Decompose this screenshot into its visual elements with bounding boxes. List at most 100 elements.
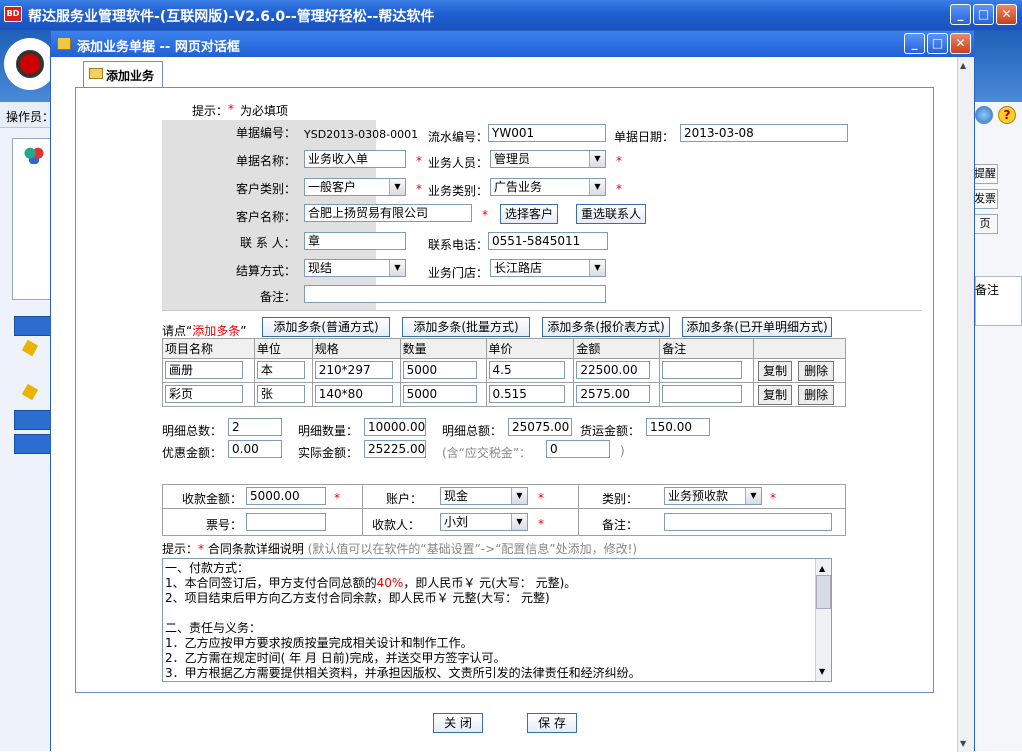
item-remark-input[interactable]: [662, 385, 743, 403]
customer-name-input[interactable]: 合肥上扬贸易有限公司: [304, 204, 472, 222]
item-amount-input[interactable]: 22500.00: [576, 361, 651, 379]
contract-hint-note: (默认值可以在软件的“基础设置”->“配置信息”处添加，修改!): [307, 542, 638, 556]
item-unit-input[interactable]: 本: [256, 361, 305, 379]
store-select[interactable]: 长江路店 ▼: [490, 259, 606, 277]
settlement-select[interactable]: 现结 ▼: [304, 259, 406, 277]
received-amount-input[interactable]: 5000.00: [246, 487, 326, 505]
store-label: 业务门店：: [428, 266, 489, 280]
add-multi-quote-button[interactable]: 添加多条(报价表方式): [542, 317, 670, 337]
item-remark-input[interactable]: [662, 361, 743, 379]
prompt-prefix: 请点“: [162, 324, 193, 338]
copy-row-button[interactable]: 复制: [758, 361, 793, 381]
close-button[interactable]: 关 闭: [433, 713, 483, 733]
actual-amount-input[interactable]: 25225.00: [364, 440, 426, 458]
detail-amount-input[interactable]: 25075.00: [508, 418, 572, 436]
delete-row-button[interactable]: 删除: [798, 361, 835, 381]
category-select-value: 业务预收款: [668, 489, 729, 503]
remark-input[interactable]: [304, 285, 606, 303]
reselect-contact-button[interactable]: 重选联系人: [576, 204, 646, 224]
main-close-button[interactable]: ✕: [996, 4, 1017, 25]
add-multi-batch-button[interactable]: 添加多条(批量方式): [402, 317, 530, 337]
copy-row-button[interactable]: 复制: [758, 385, 793, 405]
item-name-input[interactable]: 画册: [165, 361, 243, 379]
bill-date-input[interactable]: 2013-03-08: [680, 124, 848, 142]
required-mark: *: [416, 182, 422, 196]
required-mark: *: [770, 491, 776, 505]
item-unit-input[interactable]: 张: [256, 385, 305, 403]
page-button[interactable]: 页: [972, 214, 998, 234]
account-select-value: 现金: [444, 489, 469, 503]
main-maximize-button[interactable]: □: [973, 4, 994, 25]
sidebar-item-3[interactable]: [14, 434, 52, 454]
required-mark: *: [228, 102, 234, 116]
main-minimize-button[interactable]: _: [950, 4, 971, 25]
payment-remark-input[interactable]: [664, 513, 832, 531]
item-price-input[interactable]: 4.5: [488, 361, 565, 379]
detail-count-label: 明细总数：: [162, 424, 223, 438]
table-row: 画册 本 210*297 5000 4.5 22500.00 复制 删除: [162, 358, 846, 383]
item-qty-input[interactable]: 5000: [402, 361, 477, 379]
operator-label: 操作员：: [6, 110, 55, 124]
sidebar-item-2[interactable]: [14, 410, 52, 430]
textarea-scrollbar[interactable]: ▲ ▼: [815, 559, 831, 681]
category-select[interactable]: 业务预收款 ▼: [664, 487, 762, 505]
item-price-input[interactable]: 0.515: [488, 385, 565, 403]
tab-add-business[interactable]: 添加业务: [83, 61, 163, 87]
payment-remark-label: 备注：: [602, 518, 639, 532]
dialog-close-button[interactable]: ✕: [950, 33, 971, 54]
sidebar-item-1[interactable]: [14, 316, 52, 336]
payee-select[interactable]: 小刘 ▼: [440, 513, 528, 531]
customer-type-select[interactable]: 一般客户 ▼: [304, 178, 406, 196]
form-panel: 提示： * 为必填项 单据编号： YSD2013-0308-0001 流水编号：…: [75, 87, 934, 693]
cell: 0.515: [485, 382, 575, 407]
bill-name-label: 单据名称：: [236, 154, 297, 168]
payee-select-value: 小刘: [444, 515, 469, 529]
bill-date-label: 单据日期：: [614, 130, 675, 144]
table-row: 彩页 张 140*80 5000 0.515 2575.00 复制 删除: [162, 382, 846, 407]
bill-no-label: 单据编号：: [236, 126, 297, 140]
ticket-no-input[interactable]: [246, 513, 326, 531]
required-mark: *: [482, 208, 488, 222]
col-header: 单位: [253, 338, 313, 359]
item-amount-input[interactable]: 2575.00: [576, 385, 651, 403]
save-button[interactable]: 保 存: [527, 713, 577, 733]
contact-input[interactable]: 章: [304, 232, 406, 250]
col-header: 项目名称: [162, 338, 255, 359]
help-icon[interactable]: ?: [998, 106, 1016, 124]
invoice-button[interactable]: 发票: [972, 189, 998, 209]
add-multi-detail-button[interactable]: 添加多条(已开单明细方式): [682, 317, 832, 337]
add-multi-normal-button[interactable]: 添加多条(普通方式): [262, 317, 390, 337]
serial-no-input[interactable]: YW001: [488, 124, 606, 142]
reminder-button[interactable]: 提醒: [972, 164, 998, 184]
contract-terms-textarea[interactable]: 一、付款方式： 1、本合同签订后，甲方支付合同总额的40%，即人民币￥ 元(大写…: [162, 558, 832, 682]
item-spec-input[interactable]: 140*80: [314, 385, 393, 403]
account-select[interactable]: 现金 ▼: [440, 487, 528, 505]
item-name-input[interactable]: 彩页: [165, 385, 243, 403]
globe-icon: [975, 106, 993, 124]
item-spec-input[interactable]: 210*297: [314, 361, 393, 379]
col-header: 备注: [659, 338, 755, 359]
cell: 彩页: [162, 382, 255, 407]
freight-input[interactable]: 150.00: [646, 418, 710, 436]
app-logo: BD: [4, 6, 22, 22]
dialog-scrollbar[interactable]: ▲ ▼: [957, 57, 974, 752]
discount-input[interactable]: 0.00: [228, 440, 282, 458]
delete-row-button[interactable]: 删除: [798, 385, 835, 405]
detail-qty-label: 明细数量：: [298, 424, 359, 438]
contract-line: 1、本合同签订后，甲方支付合同总额的40%，即人民币￥ 元(大写： 元整)。: [165, 576, 577, 590]
divider: [162, 508, 846, 509]
tax-input[interactable]: 0: [546, 440, 610, 458]
staff-select[interactable]: 管理员 ▼: [490, 150, 606, 168]
detail-qty-input[interactable]: 10000.000: [364, 418, 426, 436]
business-type-select[interactable]: 广告业务 ▼: [490, 178, 606, 196]
item-qty-input[interactable]: 5000: [402, 385, 477, 403]
dialog-maximize-button[interactable]: □: [927, 33, 948, 54]
dialog-minimize-button[interactable]: _: [904, 33, 925, 54]
required-mark: *: [538, 491, 544, 505]
chevron-down-icon: ▼: [589, 260, 605, 276]
scroll-thumb[interactable]: [816, 575, 831, 609]
bill-name-input[interactable]: 业务收入单: [304, 150, 406, 168]
phone-input[interactable]: 0551-5845011: [488, 232, 608, 250]
detail-count-input[interactable]: 2: [228, 418, 282, 436]
select-customer-button[interactable]: 选择客户: [500, 204, 558, 224]
